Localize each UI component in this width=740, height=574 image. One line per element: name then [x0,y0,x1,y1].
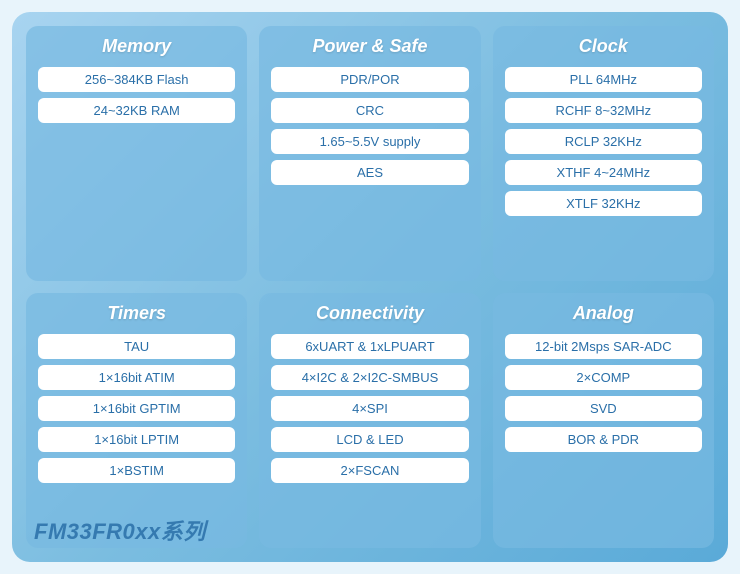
card-memory-item-0: 256~384KB Flash [38,67,235,92]
card-memory: Memory 256~384KB Flash 24~32KB RAM [26,26,247,281]
card-power-safe-item-1: CRC [271,98,468,123]
card-timers-item-3: 1×16bit LPTIM [38,427,235,452]
card-timers-item-2: 1×16bit GPTIM [38,396,235,421]
card-power-safe-title: Power & Safe [271,36,468,57]
card-clock: Clock PLL 64MHz RCHF 8~32MHz RCLP 32KHz … [493,26,714,281]
card-clock-title: Clock [505,36,702,57]
card-connectivity: Connectivity 6xUART & 1xLPUART 4×I2C & 2… [259,293,480,548]
card-connectivity-item-2: 4×SPI [271,396,468,421]
card-clock-item-3: XTHF 4~24MHz [505,160,702,185]
card-analog-title: Analog [505,303,702,324]
card-analog-item-0: 12-bit 2Msps SAR-ADC [505,334,702,359]
card-power-safe-item-3: AES [271,160,468,185]
card-timers-title: Timers [38,303,235,324]
card-memory-item-1: 24~32KB RAM [38,98,235,123]
card-clock-item-4: XTLF 32KHz [505,191,702,216]
card-connectivity-item-1: 4×I2C & 2×I2C-SMBUS [271,365,468,390]
card-timers-item-1: 1×16bit ATIM [38,365,235,390]
card-timers: Timers TAU 1×16bit ATIM 1×16bit GPTIM 1×… [26,293,247,548]
card-memory-title: Memory [38,36,235,57]
card-connectivity-item-3: LCD & LED [271,427,468,452]
card-clock-item-2: RCLP 32KHz [505,129,702,154]
card-power-safe-item-2: 1.65~5.5V supply [271,129,468,154]
card-analog-item-1: 2×COMP [505,365,702,390]
card-connectivity-title: Connectivity [271,303,468,324]
card-power-safe: Power & Safe PDR/POR CRC 1.65~5.5V suppl… [259,26,480,281]
card-analog: Analog 12-bit 2Msps SAR-ADC 2×COMP SVD B… [493,293,714,548]
card-clock-item-1: RCHF 8~32MHz [505,98,702,123]
card-connectivity-item-4: 2×FSCAN [271,458,468,483]
card-power-safe-item-0: PDR/POR [271,67,468,92]
card-timers-item-0: TAU [38,334,235,359]
card-analog-item-2: SVD [505,396,702,421]
card-analog-item-3: BOR & PDR [505,427,702,452]
card-timers-item-4: 1×BSTIM [38,458,235,483]
watermark-text: FM33FR0xx系列 [34,514,206,546]
main-container: Memory 256~384KB Flash 24~32KB RAM Power… [12,12,728,562]
card-clock-item-0: PLL 64MHz [505,67,702,92]
card-connectivity-item-0: 6xUART & 1xLPUART [271,334,468,359]
